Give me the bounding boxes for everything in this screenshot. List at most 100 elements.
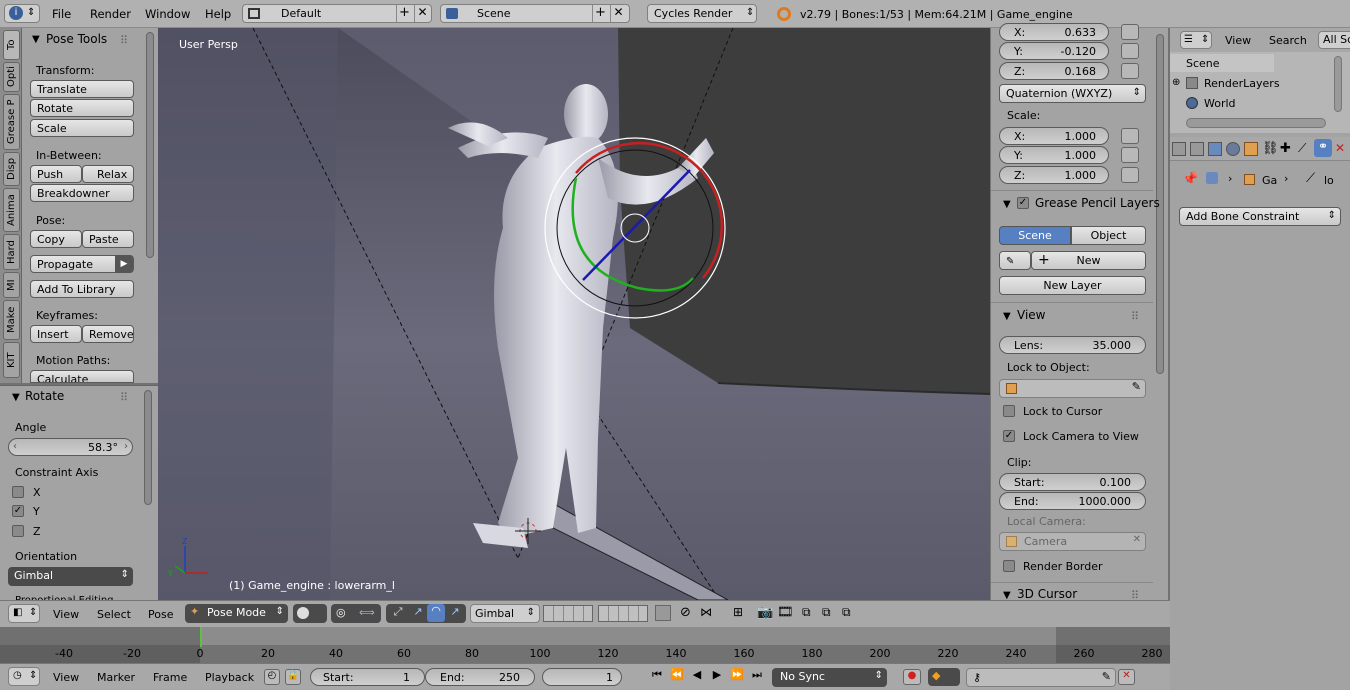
pose-menu[interactable]: Pose: [148, 608, 173, 621]
lock-icon[interactable]: [1121, 24, 1139, 40]
layers-tab-icon[interactable]: [1190, 142, 1204, 156]
scale-z-field[interactable]: Z: 1.000: [999, 166, 1109, 184]
drag-handle-icon[interactable]: ⠿: [120, 34, 128, 47]
current-frame-marker[interactable]: [200, 627, 202, 647]
collapse-arrow-icon[interactable]: ▼: [32, 34, 40, 45]
scrollbar[interactable]: [144, 390, 152, 505]
insert-keyframe-button[interactable]: Insert: [30, 325, 82, 343]
physics-tab-icon[interactable]: ✕: [1335, 141, 1345, 155]
lock-object-field[interactable]: ✎: [999, 379, 1146, 398]
add-icon[interactable]: +: [592, 5, 608, 22]
drag-handle-icon[interactable]: ⠿: [1131, 310, 1139, 323]
tab-hard[interactable]: Hard: [3, 234, 20, 270]
scale-button[interactable]: Scale: [30, 119, 134, 137]
drag-handle-icon[interactable]: ⠿: [120, 391, 128, 404]
tab-kit[interactable]: KIT: [3, 342, 20, 378]
timeline[interactable]: -40 -20 0 20 40 60 80 100 120 140 160 180 200 220 240 2…: [0, 627, 1170, 663]
play-reverse-icon[interactable]: ◀: [687, 668, 707, 681]
lock-icon[interactable]: [1121, 147, 1139, 163]
bone-constraints-tab-icon[interactable]: ⚭: [1314, 139, 1332, 157]
axis-z-checkbox[interactable]: [12, 525, 24, 537]
push-button[interactable]: Push: [30, 165, 82, 183]
sync-mode-dropdown[interactable]: No Sync ⇕: [772, 668, 887, 687]
keying-set-field[interactable]: ⚷ ✎: [966, 668, 1116, 687]
tab-mi[interactable]: MI: [3, 272, 20, 298]
pivot-dropdown[interactable]: ◎ ⟺: [331, 604, 381, 623]
paste-pose-button[interactable]: Paste: [82, 230, 134, 248]
screen-layout-selector[interactable]: Default + ✕: [242, 4, 432, 23]
mode-dropdown[interactable]: ✦ Pose Mode ⇕: [185, 604, 288, 623]
render-engine-selector[interactable]: Cycles Render ⇕: [647, 4, 757, 23]
view-menu[interactable]: View: [53, 608, 79, 621]
scene-selector[interactable]: Scene + ✕: [440, 4, 630, 23]
frame-end-field[interactable]: End: 250: [425, 668, 535, 686]
marker-menu[interactable]: Marker: [97, 671, 135, 684]
copy-pose-icon[interactable]: ⧉: [802, 605, 811, 620]
jump-keyframe-back-icon[interactable]: ⏪: [667, 668, 687, 681]
close-icon[interactable]: ✕: [610, 5, 626, 22]
display-mode-dropdown[interactable]: All Sc: [1318, 31, 1350, 49]
expand-icon[interactable]: ⊕: [1172, 77, 1180, 88]
record-icon[interactable]: ●: [903, 669, 921, 685]
3d-viewport[interactable]: Z Y User Persp (1) Game_engine : lowerar…: [158, 28, 990, 600]
outliner-row-scene[interactable]: Scene: [1170, 54, 1274, 72]
frame-start-field[interactable]: Start: 1: [310, 668, 425, 686]
scene-layers-set-2[interactable]: [598, 605, 648, 622]
translate-button[interactable]: Translate: [30, 80, 134, 98]
lock-icon[interactable]: 🔒: [285, 669, 301, 685]
constraints-tab-icon[interactable]: ⛓: [1262, 141, 1279, 156]
menu-render[interactable]: Render: [90, 7, 131, 21]
lens-field[interactable]: Lens: 35.000: [999, 336, 1146, 354]
rotation-y-field[interactable]: Y: -0.120: [999, 42, 1109, 60]
pin-icon[interactable]: 📌: [1182, 172, 1198, 187]
snap-icon[interactable]: ⋈: [700, 605, 712, 619]
proportional-editing-icon[interactable]: ⊘: [680, 605, 691, 620]
object-tab-icon[interactable]: [1244, 142, 1258, 156]
preview-range-icon[interactable]: ◴: [264, 669, 280, 685]
snap-target-icon[interactable]: ⊞: [733, 605, 743, 619]
translate-manipulator-icon[interactable]: ⤢: [389, 605, 407, 621]
render-border-checkbox[interactable]: [1003, 560, 1015, 572]
tab-grease-pencil[interactable]: Grease P: [3, 94, 20, 150]
axis-x-checkbox[interactable]: [12, 486, 24, 498]
current-frame-field[interactable]: 1: [542, 668, 622, 686]
local-camera-field[interactable]: Camera ✕: [999, 532, 1146, 551]
tab-options[interactable]: Opti: [3, 62, 20, 92]
scale-x-field[interactable]: X: 1.000: [999, 127, 1109, 145]
lock-layers-icon[interactable]: [655, 605, 671, 621]
jump-keyframe-forward-icon[interactable]: ⏩: [727, 668, 747, 681]
play-icon[interactable]: ▶: [707, 668, 727, 681]
close-icon[interactable]: ✕: [414, 5, 430, 22]
render-tab-icon[interactable]: [1172, 142, 1186, 156]
eyedropper-icon[interactable]: ✎: [1102, 670, 1111, 683]
gp-datablock-selector[interactable]: ✎: [999, 251, 1031, 270]
delete-keyframe-icon[interactable]: ✕: [1118, 669, 1135, 685]
calculate-button[interactable]: Calculate: [30, 370, 134, 383]
scrollbar[interactable]: [146, 32, 154, 258]
lock-icon[interactable]: [1121, 167, 1139, 183]
propagate-button[interactable]: Propagate ▶: [30, 255, 134, 273]
rotate-active-icon[interactable]: ◠: [427, 604, 445, 622]
collapse-arrow-icon[interactable]: ▼: [1003, 311, 1011, 322]
editor-type-button[interactable]: ☰ ⇕: [1180, 31, 1212, 49]
add-icon[interactable]: +: [396, 5, 412, 22]
select-menu[interactable]: Select: [97, 608, 131, 621]
collapse-arrow-icon[interactable]: ▼: [1003, 199, 1011, 210]
jump-end-icon[interactable]: ⏭: [747, 668, 767, 682]
scene-tab-icon[interactable]: [1208, 142, 1222, 156]
orientation-dropdown[interactable]: Gimbal ⇕: [8, 567, 133, 586]
manipulator-toggles[interactable]: ⤢ ↗ ◠ ↗: [386, 604, 466, 623]
remove-keyframe-button[interactable]: Remove: [82, 325, 134, 343]
paste-pose-icon[interactable]: ⧉: [822, 605, 831, 620]
outliner-view-menu[interactable]: View: [1225, 34, 1251, 47]
lock-camera-checkbox[interactable]: ✓: [1003, 430, 1015, 442]
timeline-view-menu[interactable]: View: [53, 671, 79, 684]
editor-type-button[interactable]: ◷ ⇕: [8, 667, 40, 686]
tab-animation[interactable]: Anima: [3, 188, 20, 232]
axis-y-checkbox[interactable]: ✓: [12, 505, 24, 517]
add-to-library-button[interactable]: Add To Library: [30, 280, 134, 298]
lock-icon[interactable]: [1121, 63, 1139, 79]
copy-pose-button[interactable]: Copy: [30, 230, 82, 248]
outliner-row-world[interactable]: World: [1170, 94, 1320, 112]
lock-to-cursor-checkbox[interactable]: [1003, 405, 1015, 417]
